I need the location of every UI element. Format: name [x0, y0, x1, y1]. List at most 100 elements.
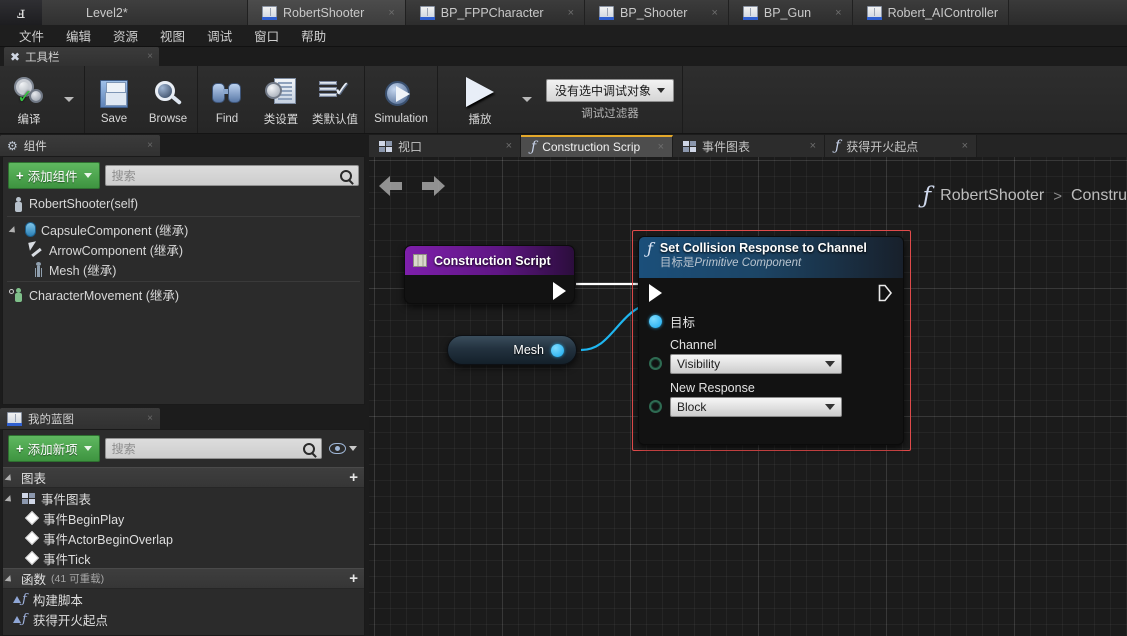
my-blueprint-panel-tab[interactable]: 我的蓝图 × [0, 408, 160, 429]
tab-construction-script[interactable]: ƒ Construction Scrip × [521, 135, 673, 157]
graph-row-event-beginplay[interactable]: 事件BeginPlay [3, 508, 364, 528]
close-icon[interactable]: × [810, 140, 816, 152]
close-icon[interactable]: × [962, 140, 968, 152]
toolbar-group-compile: ✓ 编译 [0, 66, 85, 133]
debug-object-dropdown[interactable]: 没有选中调试对象 [546, 78, 675, 102]
node-header: ƒ Set Collision Response to Channel 目标是P… [639, 237, 903, 278]
toolbar-panel-tab[interactable]: ✖ 工具栏 × [4, 47, 159, 66]
menu-item-assets[interactable]: 资源 [102, 24, 149, 47]
class-defaults-button[interactable]: ✓ 类默认值 [308, 66, 362, 133]
exec-input-pin-icon[interactable] [649, 284, 662, 302]
tab-get-fire-start[interactable]: ƒ 获得开火起点 × [825, 135, 977, 157]
new-response-value: Block [677, 400, 707, 414]
menu-item-file[interactable]: 文件 [8, 24, 55, 47]
menu-item-window[interactable]: 窗口 [243, 24, 290, 47]
component-row-mesh[interactable]: Mesh (继承) [3, 259, 364, 279]
expander-arrow-icon[interactable] [7, 473, 16, 482]
expander-arrow-icon[interactable] [7, 494, 16, 503]
close-icon[interactable]: × [506, 140, 512, 152]
node-body: 目标 Channel Visibility New Response Block [639, 278, 903, 417]
play-button[interactable]: 播放 [446, 66, 514, 133]
my-blueprint-search-input[interactable]: 搜索 [104, 438, 322, 459]
find-button[interactable]: Find [200, 66, 254, 133]
node-construction-script[interactable]: Construction Script [404, 245, 575, 304]
section-graphs[interactable]: 图表 + [3, 467, 364, 488]
close-icon[interactable]: × [658, 141, 664, 153]
tab-event-graph[interactable]: 事件图表 × [673, 135, 825, 157]
exec-output-pin-icon[interactable] [878, 284, 893, 302]
plus-icon: + [16, 441, 24, 456]
component-row-self[interactable]: RobertShooter(self) [3, 194, 364, 214]
expander-arrow-icon[interactable] [11, 225, 20, 234]
close-icon[interactable]: × [147, 413, 153, 424]
menu-item-edit[interactable]: 编辑 [55, 24, 102, 47]
compile-options-chevron-down-icon[interactable] [64, 97, 74, 102]
enum-input-pin-channel[interactable] [649, 357, 662, 370]
window-tab-label: Robert_AIController [887, 5, 999, 20]
node-set-collision-response-to-channel[interactable]: ƒ Set Collision Response to Channel 目标是P… [638, 236, 904, 445]
object-input-pin[interactable] [649, 314, 662, 328]
graph-row-event-actorbeginoverlap[interactable]: 事件ActorBeginOverlap [3, 528, 364, 548]
add-new-button[interactable]: + 添加新项 [8, 435, 100, 462]
add-component-button[interactable]: + 添加组件 [8, 162, 100, 189]
menu-item-debug[interactable]: 调试 [196, 24, 243, 47]
function-row-get-fire-start[interactable]: ƒ 获得开火起点 [3, 609, 364, 629]
menu-item-view[interactable]: 视图 [149, 24, 196, 47]
exec-output-pin[interactable] [553, 282, 566, 300]
components-search-input[interactable]: 搜索 [104, 165, 359, 186]
window-tab-bp-gun[interactable]: BP_Gun × [728, 0, 853, 25]
toolbar-group-play: 播放 没有选中调试对象 调试过滤器 [438, 66, 684, 133]
window-tab-level2[interactable]: Level2* [42, 0, 248, 25]
blueprint-toolbar: ✓ 编译 Save Browse Find 类设置 ✓ 类默认值 Simulat… [0, 66, 1127, 134]
section-functions[interactable]: 函数 (41 可重载) + [3, 568, 364, 589]
graph-canvas[interactable]: ƒ RobertShooter > Constru Construction S… [369, 157, 1127, 636]
enum-input-pin-new-response[interactable] [649, 400, 662, 413]
simulation-button[interactable]: Simulation [367, 66, 435, 133]
back-arrow-icon[interactable] [379, 175, 403, 197]
channel-dropdown[interactable]: Visibility [670, 354, 842, 374]
graph-label: 事件BeginPlay [43, 512, 125, 527]
close-icon[interactable]: × [817, 7, 841, 19]
component-row-capsulecomponent[interactable]: CapsuleComponent (继承) [3, 219, 364, 239]
tab-viewport[interactable]: 视口 × [369, 135, 521, 157]
browse-button-label: Browse [148, 113, 188, 125]
close-icon[interactable]: × [147, 51, 153, 62]
component-label: ArrowComponent (继承) [49, 243, 184, 258]
close-icon[interactable]: × [370, 7, 394, 19]
component-label: RobertShooter(self) [29, 197, 139, 211]
forward-arrow-icon[interactable] [421, 175, 445, 197]
node-mesh-get[interactable]: Mesh [447, 335, 577, 365]
visibility-options-button[interactable] [327, 443, 359, 454]
component-row-charactermovement[interactable]: CharacterMovement (继承) [3, 284, 364, 304]
compile-button[interactable]: ✓ 编译 [2, 66, 56, 133]
function-row-construction-script[interactable]: ƒ 构建脚本 [3, 589, 364, 609]
add-function-button[interactable]: + [349, 571, 358, 586]
mesh-icon [33, 261, 44, 277]
close-icon[interactable]: × [693, 7, 717, 19]
section-title: 图表 [21, 472, 47, 486]
window-tab-bp-shooter[interactable]: BP_Shooter × [585, 0, 729, 25]
breadcrumb-root[interactable]: RobertShooter [940, 187, 1044, 205]
expander-arrow-icon[interactable] [7, 574, 16, 583]
window-tab-bp-fppcharacter[interactable]: BP_FPPCharacter × [405, 0, 586, 25]
component-row-arrowcomponent[interactable]: ArrowComponent (继承) [3, 239, 364, 259]
class-settings-button[interactable]: 类设置 [254, 66, 308, 133]
graph-row-event-tick[interactable]: 事件Tick [3, 548, 364, 568]
graph-row-event-graph[interactable]: 事件图表 [3, 488, 364, 508]
add-graph-button[interactable]: + [349, 470, 358, 485]
my-blueprint-panel: 我的蓝图 × + 添加新项 搜索 图表 + 事件图表 事件BeginPlay 事… [0, 408, 367, 636]
search-placeholder: 搜索 [111, 169, 136, 183]
window-tab-robert-aicontroller[interactable]: Robert_AIController [852, 0, 1010, 25]
close-icon[interactable]: × [550, 7, 574, 19]
new-response-dropdown[interactable]: Block [670, 397, 842, 417]
close-icon[interactable]: × [147, 140, 153, 151]
save-button[interactable]: Save [87, 66, 141, 133]
window-tab-robertshooter[interactable]: RobertShooter × [248, 0, 406, 25]
object-output-pin[interactable] [551, 343, 564, 357]
components-panel-tab[interactable]: ⚙ 组件 × [0, 135, 160, 156]
search-placeholder: 搜索 [111, 442, 136, 456]
browse-button[interactable]: Browse [141, 66, 195, 133]
my-blueprint-toolbar: + 添加新项 搜索 [3, 430, 364, 467]
menu-item-help[interactable]: 帮助 [290, 24, 337, 47]
play-options-chevron-down-icon[interactable] [522, 97, 532, 102]
